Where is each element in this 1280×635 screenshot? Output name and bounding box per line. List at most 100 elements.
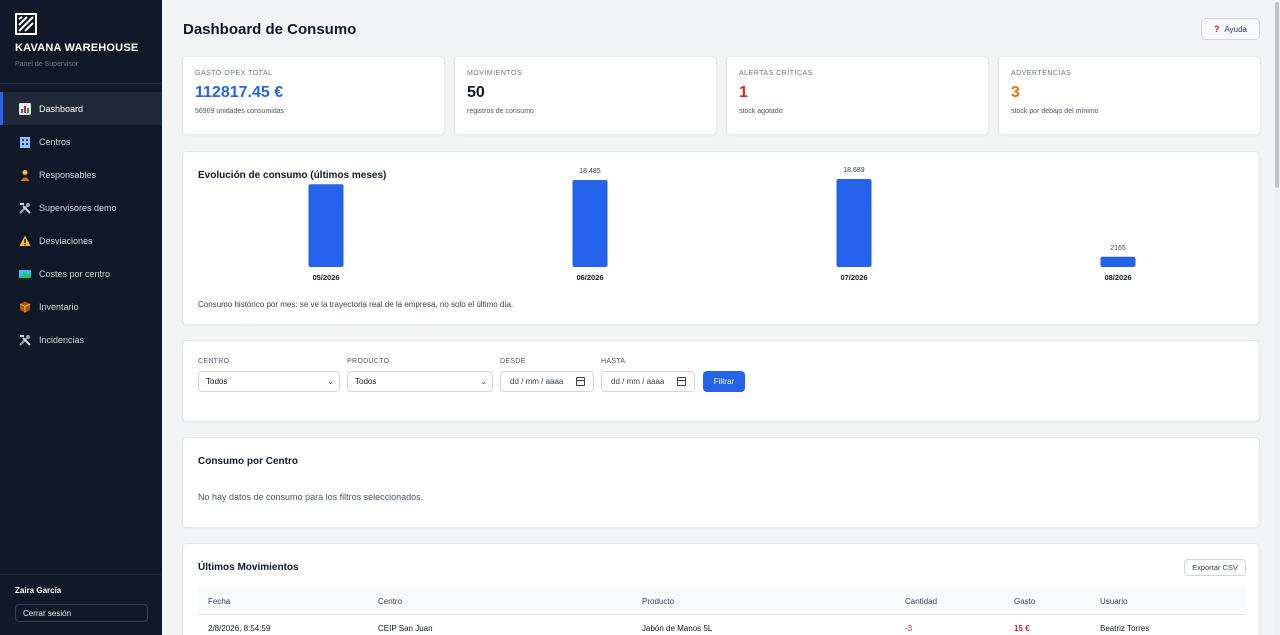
stat-card-movimientos: MOVIMIENTOS 50 registros de consumo <box>454 56 717 135</box>
chart-value-label: 18.689 <box>843 167 865 174</box>
chart-bar-05-2026[interactable] <box>308 184 344 267</box>
column-header-gasto[interactable]: Gasto <box>1014 597 1035 606</box>
sidebar-item-label: Costes por centro <box>39 268 111 279</box>
section-title: Últimos Movimientos <box>198 562 299 573</box>
consumo-centro-card: Consumo por Centro No hay datos de consu… <box>182 437 1260 528</box>
desde-label: DESDE <box>500 358 526 365</box>
page-scrollbar[interactable] <box>1274 0 1280 635</box>
chart-value-label: 18.485 <box>579 168 601 175</box>
sidebar-item-label: Inventario <box>39 301 79 312</box>
producto-value: Todos <box>355 377 377 386</box>
chart-category-label: 08/2026 <box>1104 273 1131 282</box>
sidebar-item-desviaciones[interactable]: Desviaciones <box>0 224 162 257</box>
export-csv-button[interactable]: Exportar CSV <box>1184 559 1246 576</box>
sidebar-item-centros[interactable]: Centros <box>0 125 162 158</box>
sidebar-item-label: Incidencias <box>39 334 85 345</box>
chart-category-label: 05/2026 <box>312 273 339 282</box>
sidebar-item-dashboard[interactable]: Dashboard <box>0 92 162 125</box>
stat-label: GASTO OPEX TOTAL <box>195 70 273 77</box>
sidebar: KAVANA WAREHOUSE Panel de Supervisor Das… <box>0 0 162 635</box>
sidebar-item-costes[interactable]: Costes por centro <box>0 257 162 290</box>
filters-card: CENTRO Todos ⌄ PRODUCTO Todos ⌄ DESDE dd… <box>182 340 1260 422</box>
tools-icon <box>18 333 32 347</box>
sidebar-item-label: Supervisores demo <box>39 202 117 213</box>
column-header-usuario[interactable]: Usuario <box>1100 597 1128 606</box>
sidebar-nav: Dashboard Centros Responsables Superviso… <box>0 92 162 356</box>
sidebar-item-label: Desviaciones <box>39 235 93 246</box>
help-button[interactable]: ? Ayuda <box>1201 18 1260 40</box>
brand-subtitle: Panel de Supervisor <box>15 61 79 68</box>
package-icon <box>18 300 32 314</box>
stat-value: 112817.45 € <box>195 84 284 101</box>
desde-date-input[interactable]: dd / mm / aaaa <box>500 371 594 392</box>
calendar-icon[interactable] <box>576 377 585 386</box>
stat-subtext: 56909 unidades consumidas <box>195 108 285 115</box>
user-name: Zaira García <box>15 586 62 595</box>
stat-value: 3 <box>1011 84 1020 101</box>
hasta-placeholder: dd / mm / aaaa <box>611 377 665 386</box>
section-title: Consumo por Centro <box>198 456 298 467</box>
page-title: Dashboard de Consumo <box>183 21 357 38</box>
bar-chart-icon <box>18 102 32 116</box>
help-label: Ayuda <box>1224 24 1248 34</box>
movimientos-card: Últimos Movimientos Exportar CSV Fecha C… <box>182 543 1260 635</box>
stat-subtext: stock por debajo del mínimo <box>1011 108 1099 115</box>
cell-producto: Jabón de Manos 5L <box>642 624 713 633</box>
chart-title: Evolución de consumo (últimos meses) <box>198 170 387 181</box>
chart-category-label: 07/2026 <box>840 273 867 282</box>
chart-bar-08-2026[interactable] <box>1100 256 1136 267</box>
empty-message: No hay datos de consumo para los filtros… <box>198 492 424 502</box>
warning-icon <box>18 234 32 248</box>
column-header-centro[interactable]: Centro <box>378 597 402 606</box>
cell-fecha: 2/8/2026, 8:54:59 <box>208 624 271 633</box>
chart-value-label: 2165 <box>1110 245 1126 252</box>
logo-icon <box>15 13 37 35</box>
stat-card-alertas: ALERTAS CRÍTICAS 1 stock agotado <box>726 56 989 135</box>
chevron-down-icon: ⌄ <box>480 377 487 386</box>
sidebar-item-incidencias[interactable]: Incidencias <box>0 323 162 356</box>
building-icon <box>18 135 32 149</box>
sidebar-item-label: Dashboard <box>39 103 84 114</box>
question-icon: ? <box>1213 24 1220 34</box>
stat-value: 1 <box>739 84 748 101</box>
chevron-down-icon: ⌄ <box>327 377 334 386</box>
cell-centro: CEIP San Juan <box>378 624 433 633</box>
brand-title: KAVANA WAREHOUSE <box>15 42 139 54</box>
map-icon <box>18 267 32 281</box>
chart-category-label: 06/2026 <box>576 273 603 282</box>
logout-button[interactable]: Cerrar sesión <box>15 604 148 622</box>
stat-label: ALERTAS CRÍTICAS <box>739 70 813 77</box>
centro-select[interactable]: Todos ⌄ <box>198 371 340 392</box>
filter-button[interactable]: Filtrar <box>703 371 745 392</box>
column-header-producto[interactable]: Producto <box>642 597 674 606</box>
cell-gasto: 15 € <box>1014 624 1030 633</box>
brand: KAVANA WAREHOUSE Panel de Supervisor <box>0 0 162 84</box>
sidebar-item-label: Centros <box>39 136 71 147</box>
scrollbar-thumb[interactable] <box>1275 2 1279 188</box>
chart-card: 05/2026 18.485 06/2026 18.689 07/2026 2165 08/… <box>182 151 1260 325</box>
stat-label: ADVERTENCIAS <box>1011 70 1072 77</box>
centro-value: Todos <box>206 377 228 386</box>
sidebar-item-responsables[interactable]: Responsables <box>0 158 162 191</box>
stat-value: 50 <box>467 84 485 101</box>
producto-select[interactable]: Todos ⌄ <box>347 371 493 392</box>
sidebar-item-inventario[interactable]: Inventario <box>0 290 162 323</box>
chart-bar-06-2026[interactable] <box>572 179 608 267</box>
producto-label: PRODUCTO <box>347 358 390 365</box>
table-header: Fecha Centro Producto Cantidad Gasto Usu… <box>198 587 1246 615</box>
sidebar-item-supervisores[interactable]: Supervisores demo <box>0 191 162 224</box>
stat-card-gasto: GASTO OPEX TOTAL 112817.45 € 56909 unida… <box>182 56 445 135</box>
stat-label: MOVIMIENTOS <box>467 70 523 77</box>
cell-usuario: Beatriz Torres <box>1100 624 1150 633</box>
column-header-fecha[interactable]: Fecha <box>208 597 230 606</box>
hasta-label: HASTA <box>601 358 626 365</box>
hasta-date-input[interactable]: dd / mm / aaaa <box>601 371 695 392</box>
centro-label: CENTRO <box>198 358 230 365</box>
stat-subtext: stock agotado <box>739 108 783 115</box>
calendar-icon[interactable] <box>677 377 686 386</box>
stat-card-advertencias: ADVERTENCIAS 3 stock por debajo del míni… <box>998 56 1261 135</box>
chart-note: Consumo histórico por mes: se ve la tray… <box>198 300 514 309</box>
column-header-cantidad[interactable]: Cantidad <box>905 597 937 606</box>
chart-bar-07-2026[interactable] <box>836 179 872 267</box>
main-content: Dashboard de Consumo ? Ayuda GASTO OPEX … <box>162 0 1274 635</box>
